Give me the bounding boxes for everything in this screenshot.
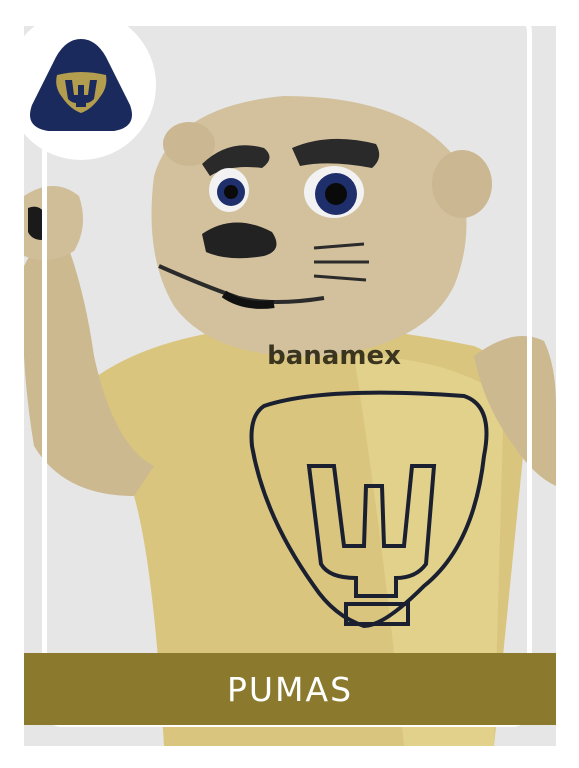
team-name: PUMAS xyxy=(226,669,354,709)
team-badge xyxy=(6,10,156,160)
pumas-crest-icon xyxy=(30,39,132,131)
name-banner: PUMAS xyxy=(24,653,556,725)
sponsor-text: banamex xyxy=(267,341,401,371)
player-card: banamex PUMAS xyxy=(0,0,579,768)
